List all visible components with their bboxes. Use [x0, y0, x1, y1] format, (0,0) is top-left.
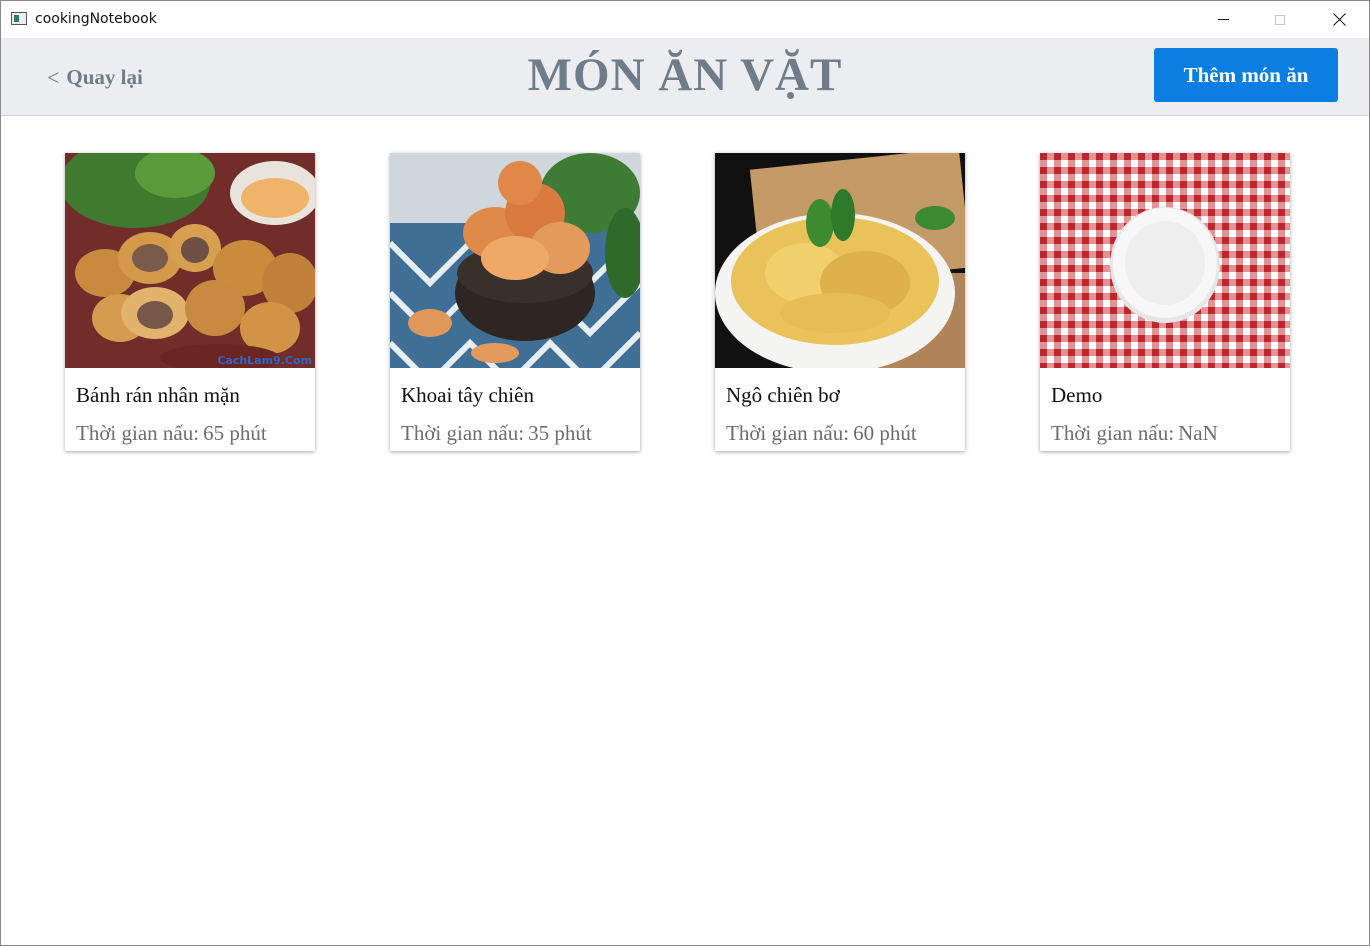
- dish-image: CachLam9.Com: [65, 153, 315, 368]
- maximize-button[interactable]: [1252, 1, 1308, 38]
- cook-time-value: NaN: [1178, 421, 1218, 445]
- dish-image: [715, 153, 965, 368]
- maximize-icon: [1275, 14, 1285, 25]
- cook-time-label: Thời gian nấu:: [76, 421, 200, 445]
- dish-name: Demo: [1051, 383, 1103, 407]
- app-icon: [11, 12, 27, 25]
- add-dish-button[interactable]: Thêm món ăn: [1154, 48, 1338, 102]
- close-icon: [1333, 13, 1346, 26]
- dish-grid: CachLam9.Com Bánh rán nhân mặn Thời gian…: [65, 153, 1295, 453]
- window-title: cookingNotebook: [35, 11, 157, 27]
- cook-time-label: Thời gian nấu:: [401, 421, 525, 445]
- dish-cook-time: Thời gian nấu: 60 phút: [726, 421, 917, 446]
- title-bar[interactable]: cookingNotebook: [1, 1, 1369, 38]
- cook-time-label: Thời gian nấu:: [726, 421, 850, 445]
- dish-card[interactable]: Ngô chiên bơ Thời gian nấu: 60 phút: [715, 153, 965, 451]
- dish-card[interactable]: CachLam9.Com Bánh rán nhân mặn Thời gian…: [65, 153, 315, 451]
- dish-cook-time: Thời gian nấu: NaN: [1051, 421, 1218, 446]
- app-window: cookingNotebook < Quay lại MÓN ĂN VẶT Th…: [0, 0, 1370, 946]
- dish-card[interactable]: Demo Thời gian nấu: NaN: [1040, 153, 1290, 451]
- dish-name: Bánh rán nhân mặn: [76, 383, 240, 407]
- cook-time-value: 60 phút: [853, 421, 917, 445]
- cook-time-value: 65 phút: [203, 421, 267, 445]
- dish-name: Ngô chiên bơ: [726, 383, 840, 407]
- minimize-button[interactable]: [1195, 1, 1251, 38]
- minimize-icon: [1217, 19, 1229, 20]
- image-watermark: CachLam9.Com: [217, 354, 312, 367]
- dish-name: Khoai tây chiên: [401, 383, 534, 407]
- dish-cook-time: Thời gian nấu: 35 phút: [401, 421, 592, 446]
- cook-time-label: Thời gian nấu:: [1051, 421, 1175, 445]
- dish-card[interactable]: Khoai tây chiên Thời gian nấu: 35 phút: [390, 153, 640, 451]
- page-header: < Quay lại MÓN ĂN VẶT Thêm món ăn: [1, 38, 1369, 116]
- dish-cook-time: Thời gian nấu: 65 phút: [76, 421, 267, 446]
- dish-image: [1040, 153, 1290, 368]
- close-button[interactable]: [1311, 1, 1367, 38]
- dish-image: [390, 153, 640, 368]
- cook-time-value: 35 phút: [528, 421, 592, 445]
